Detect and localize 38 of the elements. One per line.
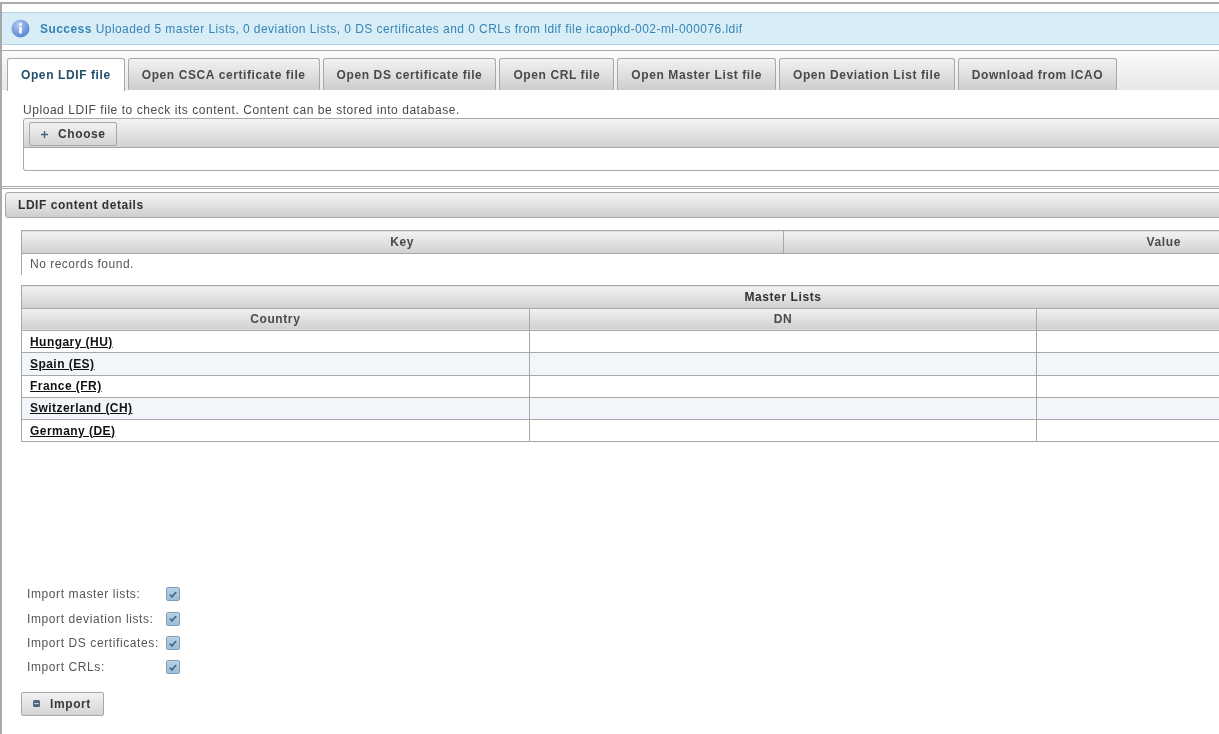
import-button[interactable]: Import — [21, 691, 104, 716]
country-link[interactable]: Germany (DE) — [30, 423, 116, 438]
empty-message: No records found. — [21, 253, 1219, 276]
tab[interactable]: Open LDIF file — [7, 58, 125, 91]
column-header: DN — [529, 308, 1037, 331]
country-link[interactable]: Switzerland (CH) — [30, 401, 133, 416]
disk-icon — [33, 700, 40, 708]
country-link[interactable]: Hungary (HU) — [30, 334, 113, 349]
tab[interactable]: Open DS certificate file — [322, 58, 497, 90]
option-label: Import deviation lists: — [27, 611, 155, 626]
column-header: Country — [21, 308, 530, 331]
column-header: Value — [783, 230, 1219, 253]
tab[interactable]: Open Master List file — [617, 58, 776, 90]
plus-icon — [41, 130, 48, 138]
checkmark-icon — [169, 664, 177, 671]
option-label: Import DS certificates: — [27, 636, 160, 651]
checkbox[interactable] — [166, 660, 180, 675]
checkbox[interactable] — [166, 611, 180, 626]
option-label: Import CRLs: — [27, 660, 106, 675]
panel-header: LDIF content details — [5, 192, 1219, 218]
choose-button[interactable]: Choose — [29, 122, 117, 146]
table-title: Master Lists — [21, 285, 1219, 309]
checkmark-icon — [169, 615, 177, 623]
tab[interactable]: Open CRL file — [499, 58, 615, 90]
checkbox[interactable] — [166, 636, 180, 651]
tab[interactable]: Open CSCA certificate file — [127, 58, 320, 90]
upload-description: Upload LDIF file to check its content. Content can be stored into database. — [23, 103, 461, 118]
column-header: Key — [21, 230, 783, 253]
checkmark-icon — [169, 639, 177, 647]
tab[interactable]: Open Deviation List file — [778, 58, 955, 90]
tab[interactable]: Download from ICAO — [957, 58, 1118, 90]
checkmark-icon — [169, 590, 177, 598]
info-icon — [11, 19, 30, 38]
country-link[interactable]: Spain (ES) — [30, 356, 95, 371]
country-link[interactable]: France (FR) — [30, 379, 102, 394]
option-label: Import master lists: — [27, 587, 142, 602]
checkbox[interactable] — [166, 587, 180, 602]
message-text: Success Uploaded 5 master Lists, 0 deviation Lists, 0 DS certificates and 0 CRLs from ldif file icaopkd-002-ml-000076.ldif — [40, 21, 743, 36]
